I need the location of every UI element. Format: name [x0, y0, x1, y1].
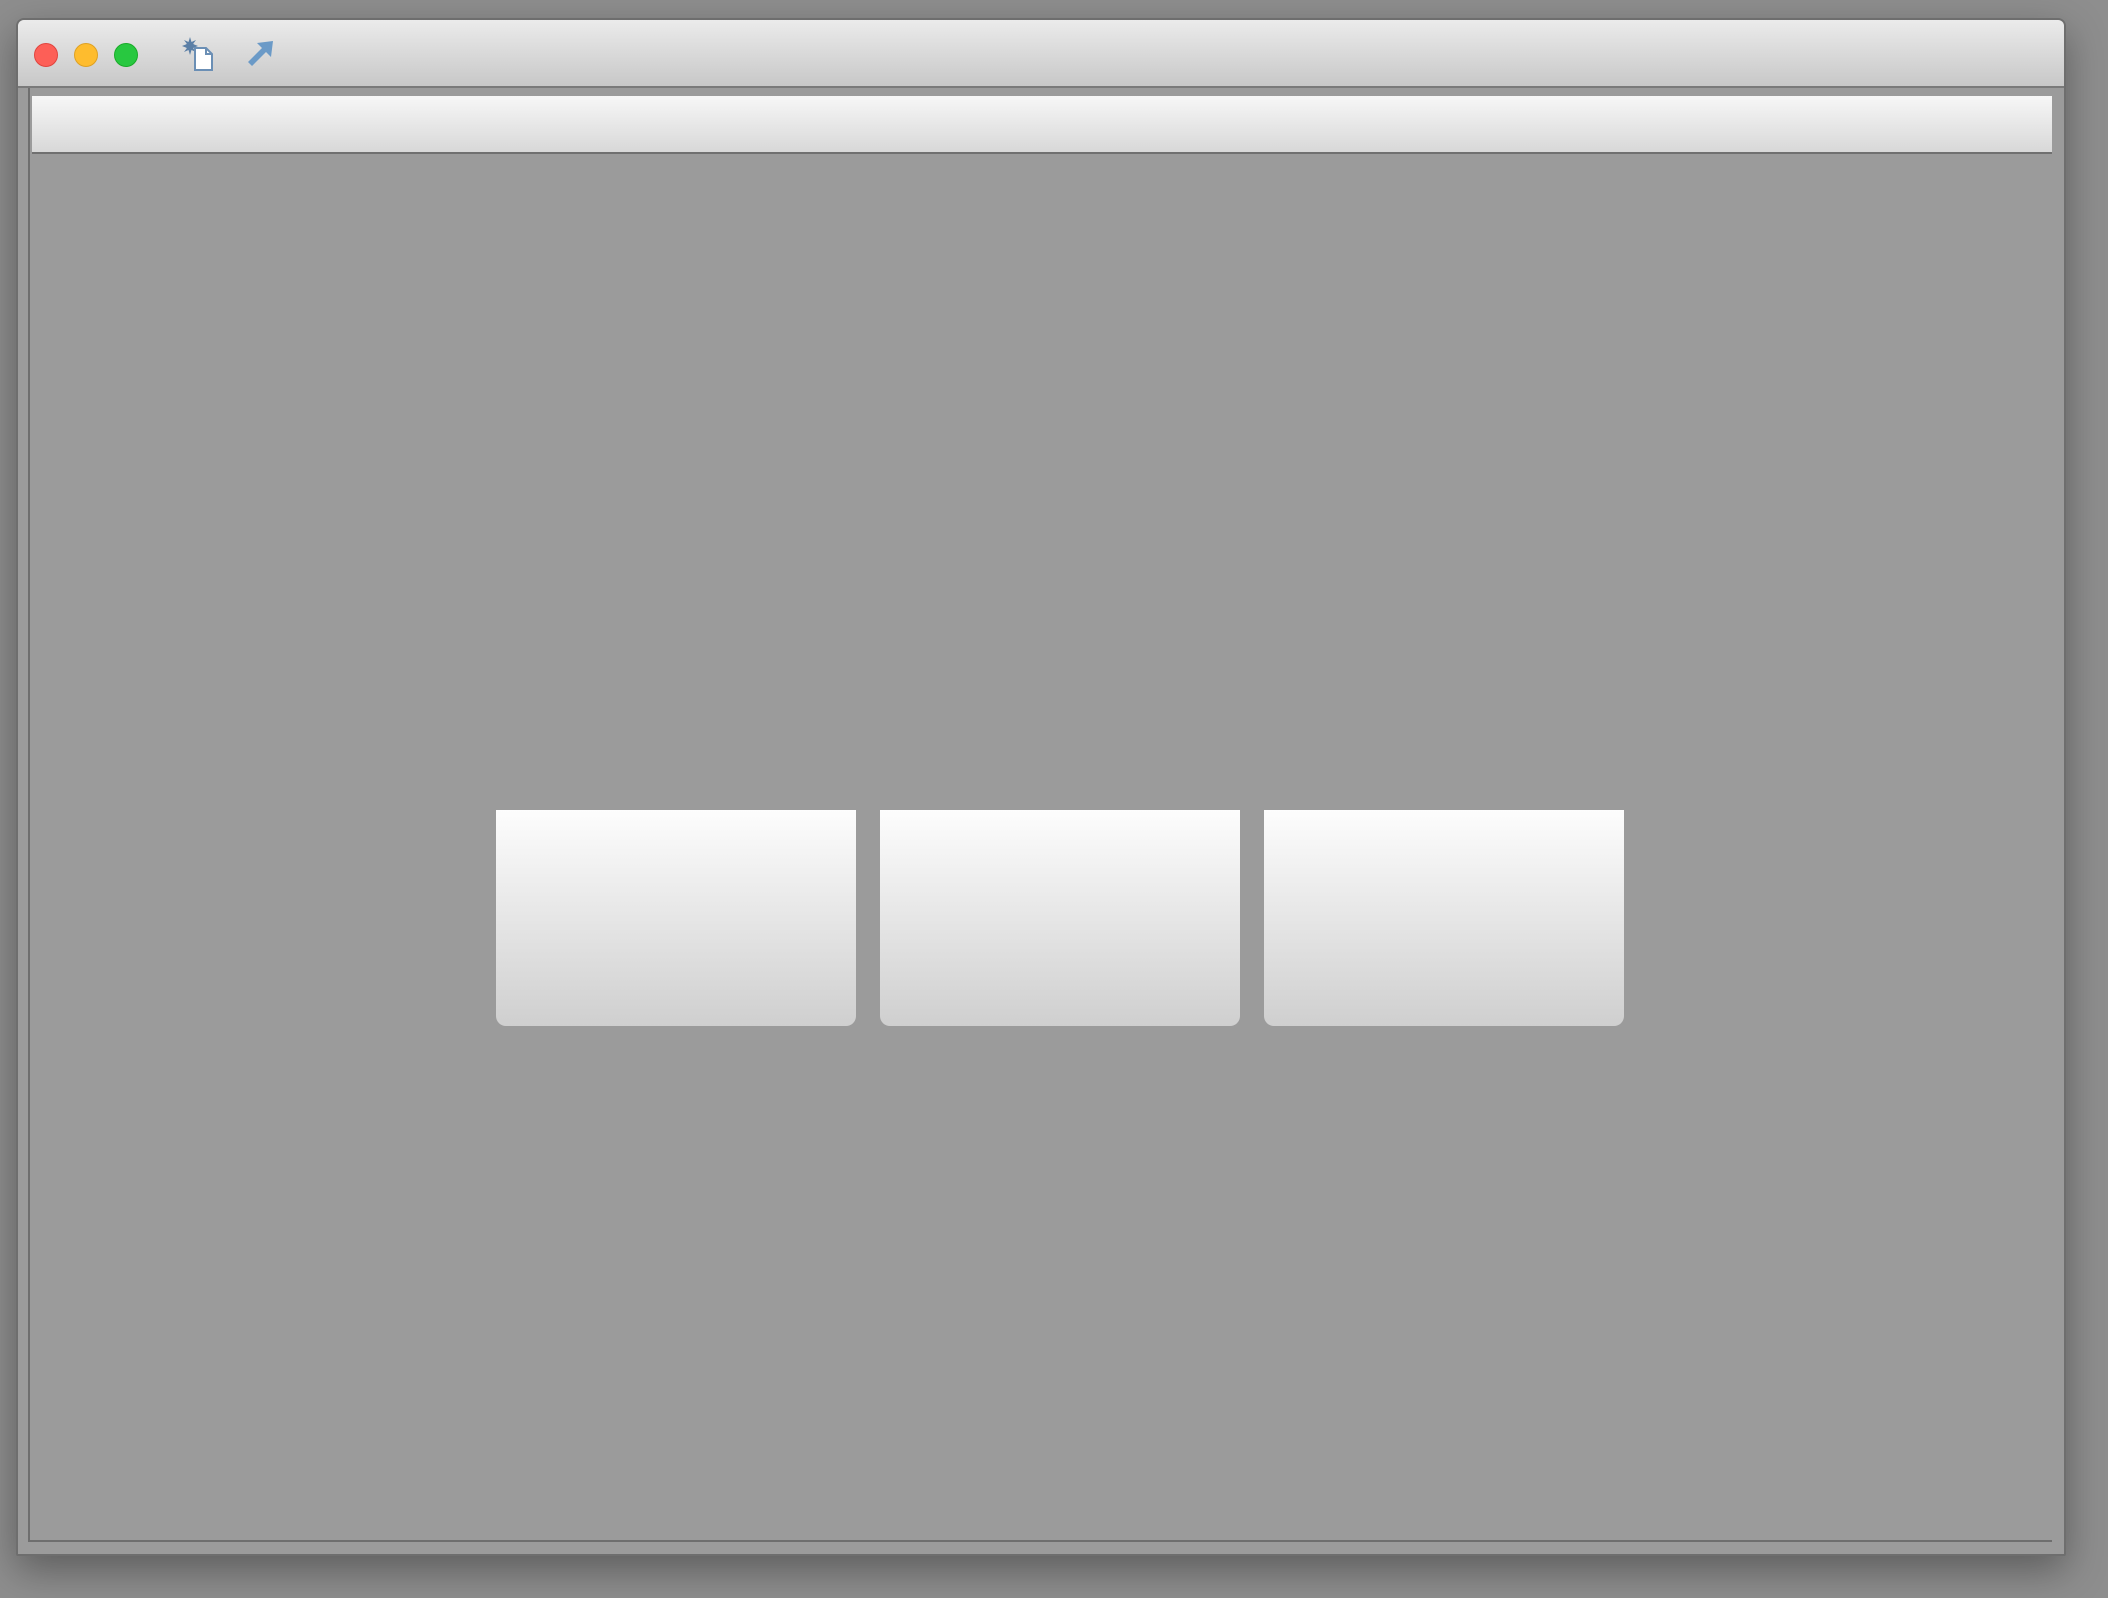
secondary-toolbar [32, 96, 2052, 154]
share-arrow-icon[interactable] [240, 34, 280, 74]
maximize-button[interactable] [114, 43, 138, 67]
main-content-area [28, 88, 2052, 1542]
close-button[interactable] [34, 43, 58, 67]
minimize-button[interactable] [74, 43, 98, 67]
app-window [16, 18, 2066, 1556]
new-document-icon[interactable] [180, 34, 220, 74]
preview-panel-1[interactable] [496, 810, 856, 1026]
preview-panel-3[interactable] [1264, 810, 1624, 1026]
preview-panel-2[interactable] [880, 810, 1240, 1026]
title-bar [18, 20, 2064, 88]
